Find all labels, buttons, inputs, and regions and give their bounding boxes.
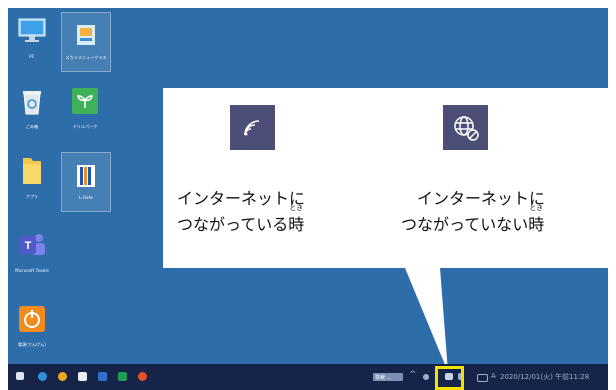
globe-no-connection-icon xyxy=(443,105,488,150)
time-kanji-char: 時 xyxy=(528,215,545,234)
time-kanji-char: 時 xyxy=(288,215,305,234)
files-icon[interactable] xyxy=(78,372,87,381)
teams-icon: T xyxy=(17,230,47,260)
furigana: とき xyxy=(289,204,304,212)
word-icon[interactable] xyxy=(98,372,107,381)
desktop-icon-label: ドリルパーク xyxy=(72,124,98,129)
desktop-icon-lgate[interactable]: L-Gate xyxy=(61,152,111,212)
desktop-icon-recycle-bin[interactable]: ごみ箱 xyxy=(8,86,56,130)
clock[interactable]: 2020/12/01(火) 午前11:28 xyxy=(500,372,589,382)
caption-connected: インターネットに つながっている とき時 xyxy=(177,186,305,238)
caption-disconnected: インターネットに つながっていない とき時 xyxy=(401,186,545,238)
desktop-icon-label: 電源(でんげん) xyxy=(18,342,46,347)
powerpoint-icon[interactable] xyxy=(138,372,147,381)
search-chip[interactable]: 検索 ... xyxy=(373,373,403,381)
taskbar: 検索 ... ^ A 2020/12/01(火) 午前11:28 xyxy=(8,364,608,390)
chevron-up-icon[interactable]: ^ xyxy=(409,370,417,380)
ime-mode[interactable]: A xyxy=(491,372,496,380)
wifi-connected-icon xyxy=(230,105,275,150)
tray-dot-icon xyxy=(423,374,429,380)
skymenu-app-icon xyxy=(71,21,101,51)
recycle-bin-icon xyxy=(17,86,47,116)
desktop-icon-pc[interactable]: PC xyxy=(8,16,56,59)
time-kanji: とき時 xyxy=(528,204,545,238)
network-status-callout: インターネットに つながっている とき時 インターネットに つながっていない とき時 xyxy=(163,88,608,268)
desktop-icon-teams[interactable]: T Microsoft Teams xyxy=(8,230,56,273)
monitor-icon xyxy=(17,16,47,46)
desktop-icon-label: ごみ箱 xyxy=(25,124,39,129)
start-icon[interactable] xyxy=(16,372,24,380)
excel-icon[interactable] xyxy=(118,372,127,381)
desktop-icon-label: アプリ xyxy=(25,194,39,199)
desktop-icon-skymenu[interactable]: スカイメニュークラス xyxy=(61,12,111,72)
desktop-icon-drill-park[interactable]: ドリルパーク xyxy=(61,86,109,130)
caption-line-1: インターネットに xyxy=(177,189,306,208)
time-kanji: とき時 xyxy=(288,204,305,238)
lgate-icon xyxy=(71,161,101,191)
desktop-icon-shutdown[interactable]: 電源(でんげん) xyxy=(8,304,56,348)
desktop-icon-label: L-Gate xyxy=(79,195,93,200)
desktop-icon-label: PC xyxy=(29,54,35,59)
caption-line-2: つながっている とき時 xyxy=(177,204,305,238)
drill-park-icon xyxy=(70,86,100,116)
keyboard-icon[interactable] xyxy=(477,374,488,382)
folder-icon xyxy=(17,156,47,186)
edge-icon[interactable] xyxy=(38,372,47,381)
caption-line-2-text: つながっていない xyxy=(401,215,529,234)
search-chip-label: 検索 ... xyxy=(375,375,392,381)
power-icon xyxy=(17,304,47,334)
svg-text:T: T xyxy=(25,240,32,252)
desktop-icon-label: Microsoft Teams xyxy=(15,268,49,273)
furigana: とき xyxy=(529,204,544,212)
caption-line-2: つながっていない とき時 xyxy=(401,204,545,238)
caption-line-1: インターネットに xyxy=(417,189,546,208)
desktop-icon-label: スカイメニュークラス xyxy=(65,55,107,60)
network-icon-highlight xyxy=(435,366,464,390)
caption-line-2-text: つながっている xyxy=(177,215,289,234)
desktop-icon-apps-folder[interactable]: アプリ xyxy=(8,156,56,200)
chrome-icon[interactable] xyxy=(58,372,67,381)
